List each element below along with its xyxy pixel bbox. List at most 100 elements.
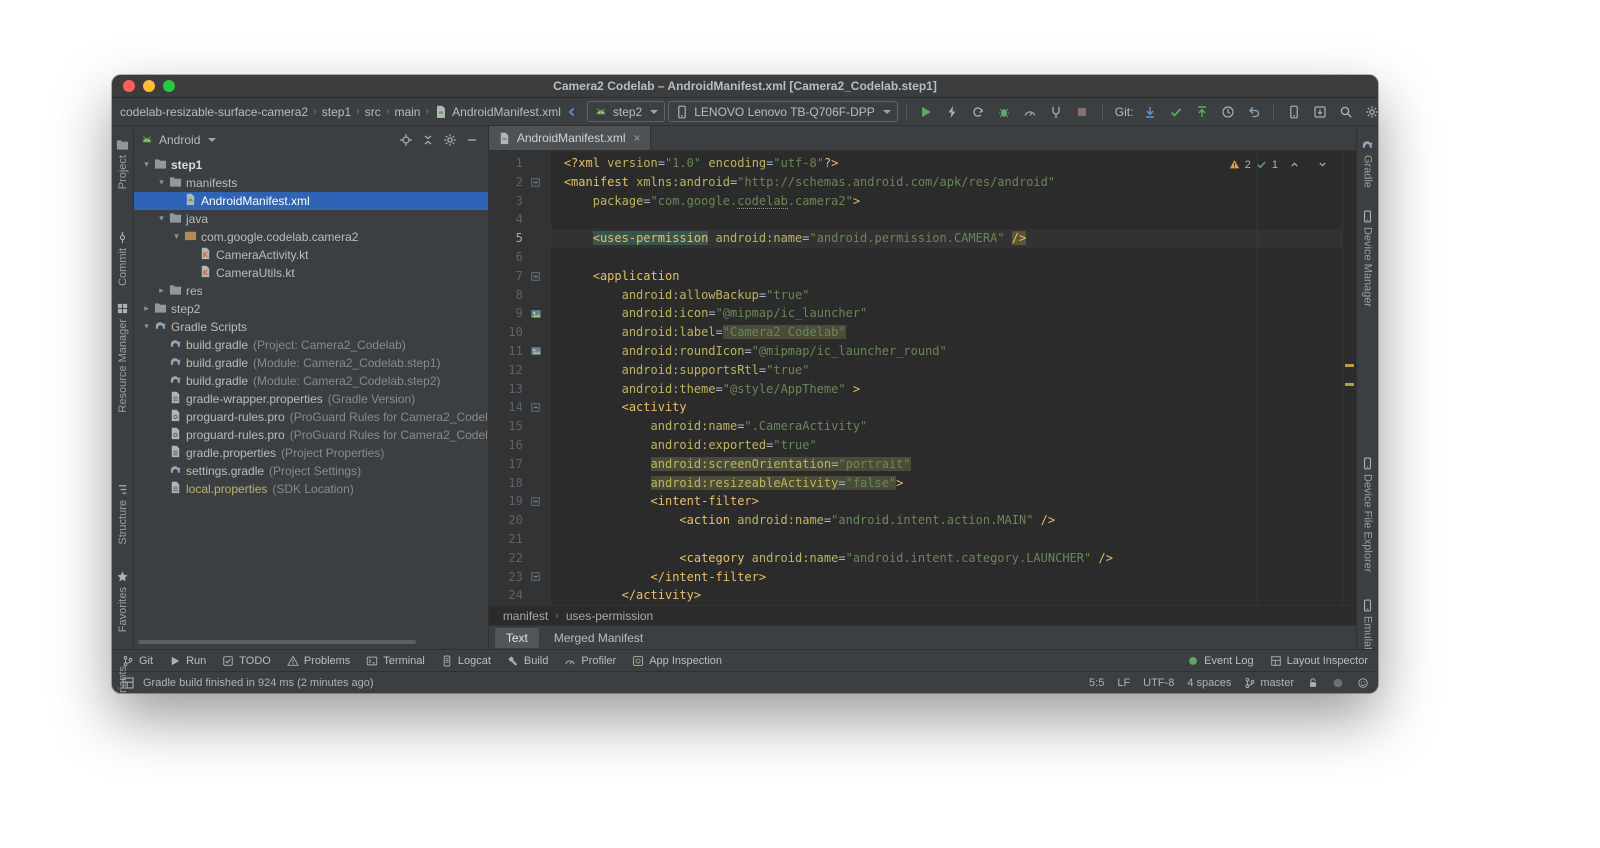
- problems-tool-button[interactable]: Problems: [286, 655, 350, 667]
- hide-panel-button[interactable]: [462, 129, 482, 150]
- code-line[interactable]: <application: [551, 267, 1342, 286]
- tree-item[interactable]: ▾ step1: [134, 156, 488, 174]
- breadcrumb-item[interactable]: codelab-resizable-surface-camera2: [120, 105, 308, 119]
- apply-code-changes-button[interactable]: [967, 101, 990, 122]
- code-line[interactable]: android:screenOrientation="portrait": [551, 455, 1342, 474]
- code-line[interactable]: android:roundIcon="@mipmap/ic_launcher_r…: [551, 342, 1342, 361]
- run-configuration-select[interactable]: step2: [586, 101, 666, 122]
- chevron-open-icon[interactable]: ▾: [140, 160, 153, 170]
- sdk-manager-button[interactable]: [1308, 101, 1331, 122]
- editor-tab[interactable]: AndroidManifest.xml ×: [488, 126, 651, 150]
- logcat-tool-button[interactable]: Logcat: [441, 655, 491, 667]
- chevron-open-icon[interactable]: ▾: [155, 178, 168, 188]
- chevron-closed-icon[interactable]: ▸: [155, 286, 168, 296]
- tree-item[interactable]: K CameraUtils.kt: [134, 264, 488, 282]
- chevron-open-icon[interactable]: ▾: [155, 214, 168, 224]
- terminal-tool-button[interactable]: Terminal: [366, 655, 425, 667]
- background-tasks-icon-button[interactable]: [1332, 677, 1344, 689]
- warning-mark[interactable]: [1345, 382, 1354, 386]
- apply-changes-button[interactable]: [941, 101, 964, 122]
- run-tool-button[interactable]: Run: [169, 655, 206, 667]
- zoom-window-button[interactable]: [163, 80, 175, 92]
- tool-stripe-item-project[interactable]: Project: [116, 138, 129, 189]
- debug-button[interactable]: [993, 101, 1016, 122]
- layout-inspector-tool-button[interactable]: Layout Inspector: [1270, 655, 1368, 667]
- view-tab-merged-manifest[interactable]: Merged Manifest: [543, 628, 654, 648]
- code-line[interactable]: </intent-filter>: [551, 568, 1342, 587]
- tool-stripe-item-resource-manager[interactable]: Resource Manager: [116, 302, 129, 413]
- code-line[interactable]: android:resizeableActivity="false">: [551, 474, 1342, 493]
- tree-item[interactable]: gradle-wrapper.properties (Gradle Version…: [134, 390, 488, 408]
- settings-button[interactable]: [1360, 101, 1378, 122]
- feedback-icon-button[interactable]: [1357, 677, 1369, 689]
- code-line[interactable]: android:exported="true": [551, 436, 1342, 455]
- code-line[interactable]: android:allowBackup="true": [551, 286, 1342, 305]
- chevron-open-icon[interactable]: ▾: [140, 322, 153, 332]
- tree-item[interactable]: local.properties (SDK Location): [134, 480, 488, 498]
- tool-stripe-item-commit[interactable]: Commit: [116, 231, 129, 286]
- close-window-button[interactable]: [123, 80, 135, 92]
- line-separator-indicator[interactable]: LF: [1117, 677, 1130, 689]
- git-tool-button[interactable]: Git: [122, 655, 153, 667]
- tree-item[interactable]: ▸ step2: [134, 300, 488, 318]
- code-line[interactable]: android:label="Camera2 Codelab": [551, 323, 1342, 342]
- code-line[interactable]: <intent-filter>: [551, 492, 1342, 511]
- event-log-tool-button[interactable]: Event Log: [1187, 655, 1254, 667]
- breadcrumb-item[interactable]: main: [394, 105, 420, 119]
- xml-breadcrumb-item[interactable]: uses-permission: [566, 609, 653, 623]
- xml-breadcrumb-item[interactable]: manifest: [503, 609, 548, 623]
- tree-item[interactable]: ▸ res: [134, 282, 488, 300]
- view-tab-text[interactable]: Text: [494, 627, 539, 648]
- breadcrumb-file[interactable]: AndroidManifest.xml: [434, 105, 561, 119]
- git-branch-indicator[interactable]: master: [1244, 677, 1294, 689]
- profiler-tool-button[interactable]: Profiler: [564, 655, 616, 667]
- code-line[interactable]: android:theme="@style/AppTheme" >: [551, 380, 1342, 399]
- tool-stripe-item-device-manager[interactable]: Device Manager: [1361, 210, 1374, 307]
- device-select[interactable]: LENOVO Lenovo TB-Q706F-DPP: [668, 101, 898, 122]
- search-everywhere-button[interactable]: [1334, 101, 1357, 122]
- tree-item[interactable]: settings.gradle (Project Settings): [134, 462, 488, 480]
- previous-problem-button[interactable]: [1283, 154, 1306, 175]
- tool-stripe-item-favorites[interactable]: Favorites: [116, 570, 129, 633]
- tree-item[interactable]: proguard-rules.pro (ProGuard Rules for Ca…: [134, 408, 488, 426]
- tree-item[interactable]: build.gradle (Project: Camera2_Codelab): [134, 336, 488, 354]
- rollback-button[interactable]: [1242, 101, 1265, 122]
- tree-item[interactable]: gradle.properties (Project Properties): [134, 444, 488, 462]
- tree-item[interactable]: ▾ java: [134, 210, 488, 228]
- attach-debugger-button[interactable]: [1045, 101, 1068, 122]
- tool-stripe-item-device-file-explorer[interactable]: Device File Explorer: [1361, 457, 1374, 573]
- code-line[interactable]: <uses-permission android:name="android.p…: [550, 229, 1342, 248]
- code-line[interactable]: android:name=".CameraActivity": [551, 417, 1342, 436]
- code-line[interactable]: [551, 530, 1342, 549]
- resource-preview-icon[interactable]: [530, 345, 542, 357]
- history-button[interactable]: [1216, 101, 1239, 122]
- breadcrumb-item[interactable]: step1: [322, 105, 351, 119]
- code-line[interactable]: <manifest xmlns:android="http://schemas.…: [551, 173, 1342, 192]
- resource-preview-icon[interactable]: [530, 308, 542, 320]
- next-problem-button[interactable]: [1311, 154, 1334, 175]
- tool-stripe-item-gradle[interactable]: Gradle: [1361, 138, 1374, 188]
- stop-button[interactable]: [1071, 101, 1094, 122]
- tree-item[interactable]: proguard-rules.pro (ProGuard Rules for Ca…: [134, 426, 488, 444]
- readonly-toggle-icon-button[interactable]: [1307, 677, 1319, 689]
- device-manager-button[interactable]: [1282, 101, 1305, 122]
- update-project-button[interactable]: [1138, 101, 1161, 122]
- project-horizontal-scrollbar[interactable]: [138, 640, 416, 644]
- chevron-open-icon[interactable]: ▾: [170, 232, 183, 242]
- run-button[interactable]: [915, 101, 938, 122]
- collapse-all-button[interactable]: [418, 129, 438, 150]
- warning-mark[interactable]: [1345, 364, 1354, 368]
- tree-item[interactable]: AndroidManifest.xml: [134, 192, 488, 210]
- panel-settings-button[interactable]: [440, 129, 460, 150]
- commit-button[interactable]: [1164, 101, 1187, 122]
- tree-item[interactable]: ▾ manifests: [134, 174, 488, 192]
- fold-toggle-icon[interactable]: −: [531, 271, 541, 281]
- code-line[interactable]: <action android:name="android.intent.act…: [551, 511, 1342, 530]
- push-button[interactable]: [1190, 101, 1213, 122]
- code-line[interactable]: [551, 248, 1342, 267]
- project-view-selector[interactable]: Android: [159, 133, 200, 147]
- code-line[interactable]: android:supportsRtl="true": [551, 361, 1342, 380]
- file-encoding-indicator[interactable]: UTF-8: [1143, 677, 1174, 689]
- navigate-back-button[interactable]: [561, 101, 584, 122]
- app-inspection-tool-button[interactable]: App Inspection: [632, 655, 722, 667]
